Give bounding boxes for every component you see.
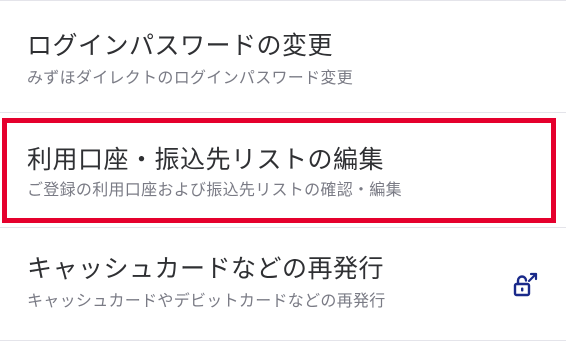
menu-item-subtitle: キャッシュカードやデビットカードなどの再発行 xyxy=(27,291,386,310)
menu-item-login-password[interactable]: ログインパスワードの変更 みずほダイレクトのログインパスワード変更 xyxy=(0,1,566,112)
menu-item-card-reissue[interactable]: キャッシュカードなどの再発行 キャッシュカードやデビットカードなどの再発行 xyxy=(0,228,566,340)
menu-item-subtitle: ご登録の利用口座および振込先リストの確認・編集 xyxy=(27,180,402,199)
menu-item-subtitle: みずほダイレクトのログインパスワード変更 xyxy=(27,68,354,87)
menu-item-title: キャッシュカードなどの再発行 xyxy=(27,254,385,283)
lock-external-icon[interactable] xyxy=(512,272,538,298)
menu-item-title: ログインパスワードの変更 xyxy=(27,31,334,60)
menu-item-title: 利用口座・振込先リストの編集 xyxy=(27,145,385,174)
menu-item-account-payee-list[interactable]: 利用口座・振込先リストの編集 ご登録の利用口座および振込先リストの確認・編集 xyxy=(0,113,566,227)
settings-menu-list: ログインパスワードの変更 みずほダイレクトのログインパスワード変更 利用口座・振… xyxy=(0,0,566,341)
